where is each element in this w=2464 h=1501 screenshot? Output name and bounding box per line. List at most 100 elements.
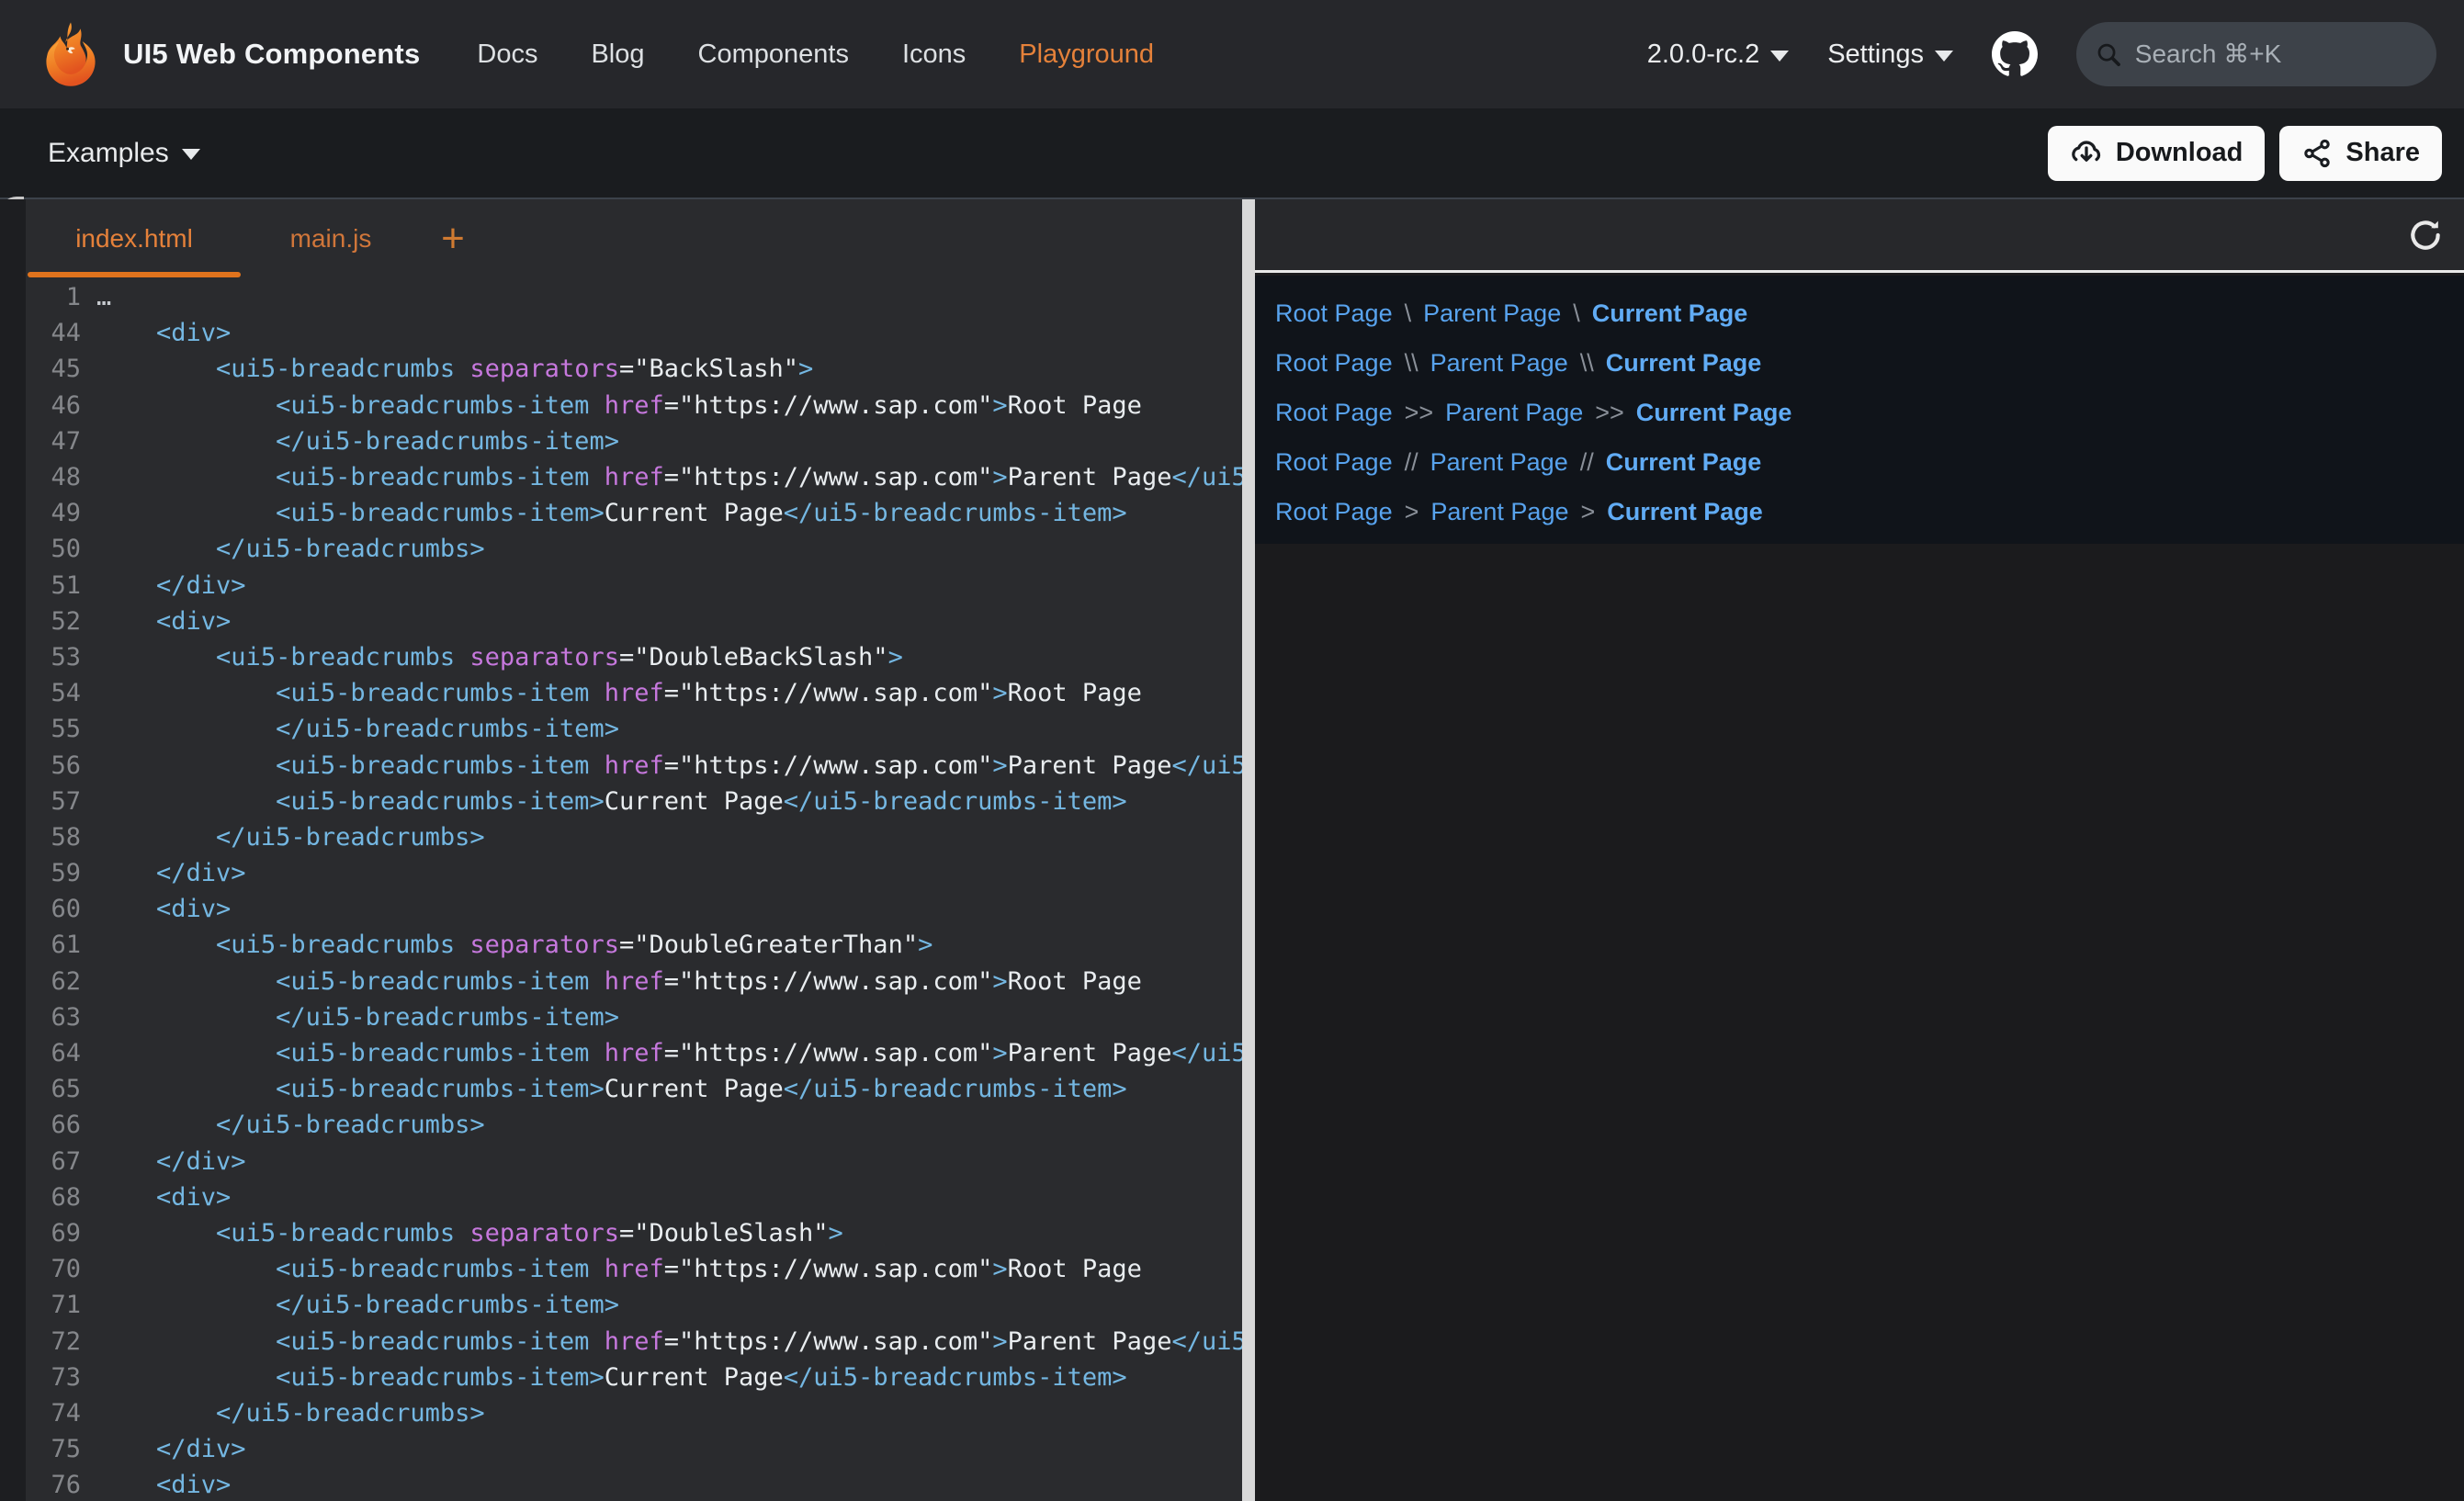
search-box[interactable] [2076,22,2436,86]
code-text: <ui5-breadcrumbs separators="DoubleSlash… [96,1219,843,1247]
code-text: <ui5-breadcrumbs-item href="https://www.… [96,751,1242,780]
line-number: 73 [26,1363,81,1392]
breadcrumb-link-parent[interactable]: Parent Page [1430,349,1568,378]
code-line: 48 <ui5-breadcrumbs-item href="https://w… [26,459,1242,495]
breadcrumb-separator: \ [1573,299,1580,328]
line-number: 48 [26,463,81,491]
share-button[interactable]: Share [2279,126,2442,181]
pane-splitter-handle[interactable] [1242,199,1255,1501]
github-icon[interactable] [1992,31,2038,77]
code-text: </ui5-breadcrumbs-item> [96,1003,619,1032]
examples-label: Examples [48,138,169,169]
code-line: 44 <div> [26,315,1242,351]
code-line: 67 </div> [26,1144,1242,1179]
refresh-icon [2406,216,2445,254]
line-number: 1 [26,283,81,311]
breadcrumb-row: Root Page>Parent Page>Current Page [1275,487,2464,536]
breadcrumb-current-page: Current Page [1592,299,1748,328]
breadcrumb-separator: >> [1595,399,1624,427]
line-number: 66 [26,1111,81,1139]
line-number: 70 [26,1255,81,1283]
line-number: 47 [26,427,81,456]
editor-left-strip [0,199,26,1501]
code-line: 64 <ui5-breadcrumbs-item href="https://w… [26,1035,1242,1071]
code-text: <ui5-breadcrumbs-item href="https://www.… [96,463,1242,491]
nav-link-playground[interactable]: Playground [1019,40,1154,70]
code-line: 55 </ui5-breadcrumbs-item> [26,711,1242,747]
nav-link-components[interactable]: Components [698,40,849,70]
code-line: 69 <ui5-breadcrumbs separators="DoubleSl… [26,1215,1242,1251]
preview-pane: Root Page\Parent Page\Current PageRoot P… [1255,199,2464,1501]
code-line: 59 </div> [26,855,1242,891]
code-text: <ui5-breadcrumbs-item href="https://www.… [96,679,1142,707]
nav-link-blog[interactable]: Blog [591,40,644,70]
ui5-phoenix-logo-icon [37,20,105,88]
code-text: </div> [96,859,246,887]
breadcrumb-link-root[interactable]: Root Page [1275,498,1393,526]
code-content[interactable]: 1…44 <div>45 <ui5-breadcrumbs separators… [26,277,1242,1501]
breadcrumb-link-parent[interactable]: Parent Page [1445,399,1583,427]
line-number: 55 [26,715,81,743]
breadcrumb-separator: \ [1405,299,1412,328]
code-line: 72 <ui5-breadcrumbs-item href="https://w… [26,1323,1242,1359]
code-text: <div> [96,607,231,636]
chevron-down-icon [182,149,200,160]
line-number: 57 [26,787,81,816]
code-text: <ui5-breadcrumbs separators="DoubleGreat… [96,931,932,959]
breadcrumb-separator: \\ [1580,349,1594,378]
brand-home-link[interactable]: UI5 Web Components [37,20,420,88]
code-text: <ui5-breadcrumbs-item>Current Page</ui5-… [96,787,1127,816]
playground-panel: index.html main.js + 1…44 <div>45 <ui5-b… [0,198,2464,1499]
code-text: </ui5-breadcrumbs-item> [96,715,619,743]
breadcrumb-row: Root Page//Parent Page//Current Page [1275,437,2464,487]
settings-dropdown[interactable]: Settings [1827,40,1953,70]
tab-main-js[interactable]: main.js [241,199,421,277]
code-line: 63 </ui5-breadcrumbs-item> [26,999,1242,1035]
refresh-button[interactable] [2403,213,2447,257]
code-text: </ui5-breadcrumbs> [96,1111,485,1139]
code-text: <ui5-breadcrumbs-item href="https://www.… [96,391,1142,420]
chevron-down-icon [1935,51,1953,62]
code-line: 56 <ui5-breadcrumbs-item href="https://w… [26,747,1242,783]
examples-dropdown[interactable]: Examples [48,138,200,169]
nav-link-docs[interactable]: Docs [477,40,537,70]
breadcrumb-link-parent[interactable]: Parent Page [1430,448,1568,477]
brand-title: UI5 Web Components [123,38,420,71]
breadcrumb-link-root[interactable]: Root Page [1275,448,1393,477]
line-number: 65 [26,1075,81,1103]
breadcrumb-link-root[interactable]: Root Page [1275,299,1393,328]
code-line: 50 </ui5-breadcrumbs> [26,531,1242,567]
line-number: 76 [26,1471,81,1499]
code-line: 46 <ui5-breadcrumbs-item href="https://w… [26,388,1242,423]
code-line: 60 <div> [26,891,1242,927]
breadcrumb-separator: > [1580,498,1595,526]
code-line: 71 </ui5-breadcrumbs-item> [26,1287,1242,1323]
code-line: 65 <ui5-breadcrumbs-item>Current Page</u… [26,1071,1242,1107]
code-line: 62 <ui5-breadcrumbs-item href="https://w… [26,964,1242,999]
code-text: <ui5-breadcrumbs-item href="https://www.… [96,1327,1242,1356]
add-tab-button[interactable]: + [421,199,485,277]
nav-link-icons[interactable]: Icons [902,40,966,70]
line-number: 75 [26,1435,81,1463]
download-button[interactable]: Download [2048,126,2266,181]
breadcrumb-link-parent[interactable]: Parent Page [1430,498,1568,526]
preview-toolbar [1255,199,2464,273]
breadcrumb-link-root[interactable]: Root Page [1275,349,1393,378]
breadcrumb-link-parent[interactable]: Parent Page [1423,299,1561,328]
code-text: <ui5-breadcrumbs separators="BackSlash"> [96,355,813,383]
code-text: </ui5-breadcrumbs-item> [96,427,619,456]
tab-index-html[interactable]: index.html [28,199,241,277]
line-number: 63 [26,1003,81,1032]
code-line: 76 <div> [26,1467,1242,1501]
code-text: <ui5-breadcrumbs-item>Current Page</ui5-… [96,1363,1127,1392]
line-number: 49 [26,499,81,527]
search-input[interactable] [2135,40,2418,69]
line-number: 61 [26,931,81,959]
breadcrumb-row: Root Page>>Parent Page>>Current Page [1275,388,2464,437]
code-text: </ui5-breadcrumbs> [96,1399,485,1428]
breadcrumb-link-root[interactable]: Root Page [1275,399,1393,427]
version-dropdown[interactable]: 2.0.0-rc.2 [1647,40,1790,70]
share-icon [2301,138,2333,169]
editor-tabbar: index.html main.js + [26,199,1242,277]
code-line: 70 <ui5-breadcrumbs-item href="https://w… [26,1251,1242,1287]
